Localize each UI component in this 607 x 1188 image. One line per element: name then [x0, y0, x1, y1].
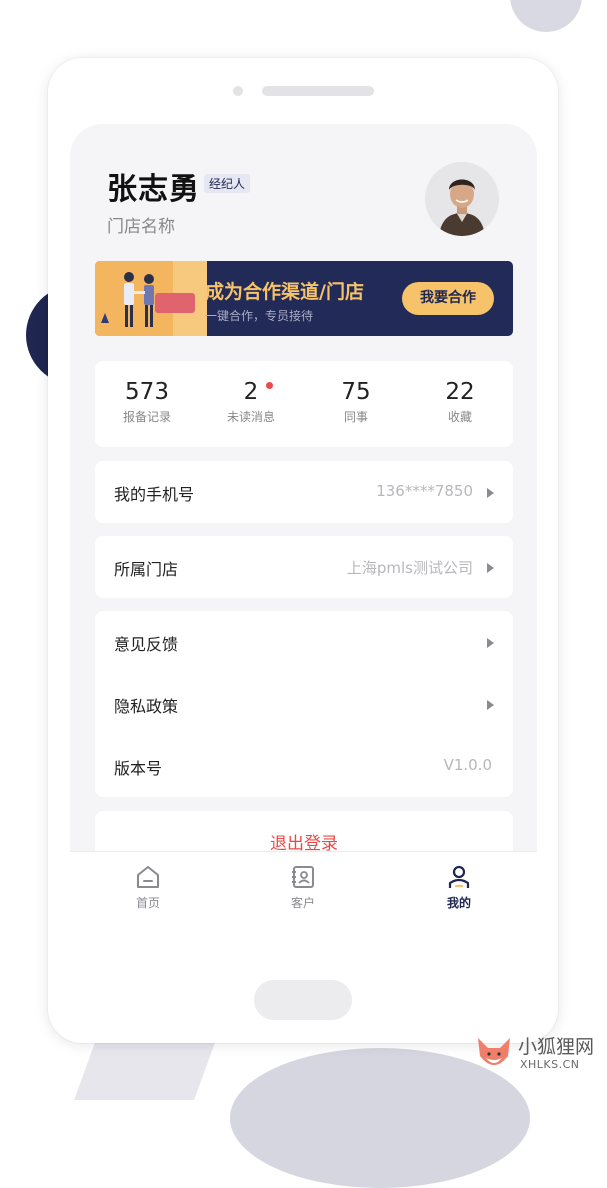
avatar[interactable] [425, 162, 499, 236]
stat-label: 同事 [343, 410, 368, 424]
tab-label: 首页 [135, 896, 160, 910]
stat-unread-messages[interactable]: 2 未读消息 [199, 361, 303, 447]
stat-value: 573 [125, 379, 169, 405]
row-label: 意见反馈 [114, 635, 179, 654]
store-name: 门店名称 [107, 217, 175, 237]
tab-customers[interactable]: 客户 [263, 864, 343, 911]
fox-logo-icon [478, 1038, 510, 1065]
watermark-text: 小狐狸网 [518, 1036, 595, 1058]
cooperation-banner[interactable]: 成为合作渠道/门店 一键合作，专员接待 我要合作 [95, 261, 513, 336]
phone-home-button [254, 980, 352, 1020]
stat-value: 2 [243, 379, 259, 405]
stat-value: 22 [445, 379, 475, 405]
tab-label: 客户 [290, 896, 315, 910]
stat-label: 未读消息 [226, 410, 275, 424]
chevron-right-icon [487, 700, 494, 710]
settings-card: 意见反馈 隐私政策 版本号 V1.0.0 [95, 611, 513, 797]
app-screen: 张志勇 经纪人 门店名称 成为合作渠道/门店 一键合作，专员接待 我要合作 57… [70, 124, 537, 974]
stats-panel: 573 报备记录 2 未读消息 75 同事 22 收藏 [95, 361, 513, 447]
phone-number-value: 136****7850 [376, 482, 473, 500]
chevron-right-icon [487, 563, 494, 573]
stat-favorites[interactable]: 22 收藏 [408, 361, 512, 447]
store-row[interactable]: 所属门店 上海pmls测试公司 [95, 536, 513, 598]
phone-speaker [262, 86, 374, 96]
feedback-row[interactable]: 意见反馈 [95, 611, 513, 673]
role-badge: 经纪人 [204, 174, 251, 193]
handshake-illustration [95, 261, 207, 336]
watermark: 小狐狸网 XHLKS.CN [470, 1030, 607, 1080]
tab-mine[interactable]: 我的 [419, 864, 499, 911]
version-row: 版本号 V1.0.0 [95, 735, 513, 797]
store-value: 上海pmls测试公司 [346, 559, 473, 577]
decorative-circle [510, 0, 582, 32]
contacts-icon [292, 866, 314, 888]
home-icon [137, 866, 159, 888]
tab-label: 我的 [446, 896, 471, 910]
banner-title: 成为合作渠道/门店 [205, 281, 364, 303]
chevron-right-icon [487, 638, 494, 648]
row-label: 隐私政策 [114, 697, 179, 716]
unread-dot [266, 382, 273, 389]
phone-frame: 张志勇 经纪人 门店名称 成为合作渠道/门店 一键合作，专员接待 我要合作 57… [48, 58, 558, 1043]
stat-reports[interactable]: 573 报备记录 [95, 361, 199, 447]
decorative-shape [74, 1040, 216, 1100]
row-label: 我的手机号 [114, 485, 195, 504]
person-icon [448, 865, 470, 888]
phone-number-card: 我的手机号 136****7850 [95, 461, 513, 523]
phone-number-row[interactable]: 我的手机号 136****7850 [95, 461, 513, 523]
stat-colleagues[interactable]: 75 同事 [304, 361, 408, 447]
stat-label: 收藏 [447, 410, 472, 424]
privacy-policy-row[interactable]: 隐私政策 [95, 673, 513, 735]
watermark-url: XHLKS.CN [520, 1058, 580, 1071]
avatar-photo [425, 162, 499, 236]
profile-name: 张志勇 [107, 172, 200, 207]
banner-subtitle: 一键合作，专员接待 [205, 309, 314, 323]
version-value: V1.0.0 [443, 756, 492, 774]
bottom-tab-bar: 首页 客户 我的 [70, 851, 537, 974]
stat-label: 报备记录 [122, 410, 171, 424]
store-card: 所属门店 上海pmls测试公司 [95, 536, 513, 598]
tab-home[interactable]: 首页 [108, 864, 188, 911]
row-label: 版本号 [114, 759, 163, 778]
cooperate-button[interactable]: 我要合作 [402, 282, 494, 315]
row-label: 所属门店 [114, 560, 179, 579]
stat-value: 75 [341, 379, 371, 405]
chevron-right-icon [487, 488, 494, 498]
phone-camera [233, 86, 243, 96]
